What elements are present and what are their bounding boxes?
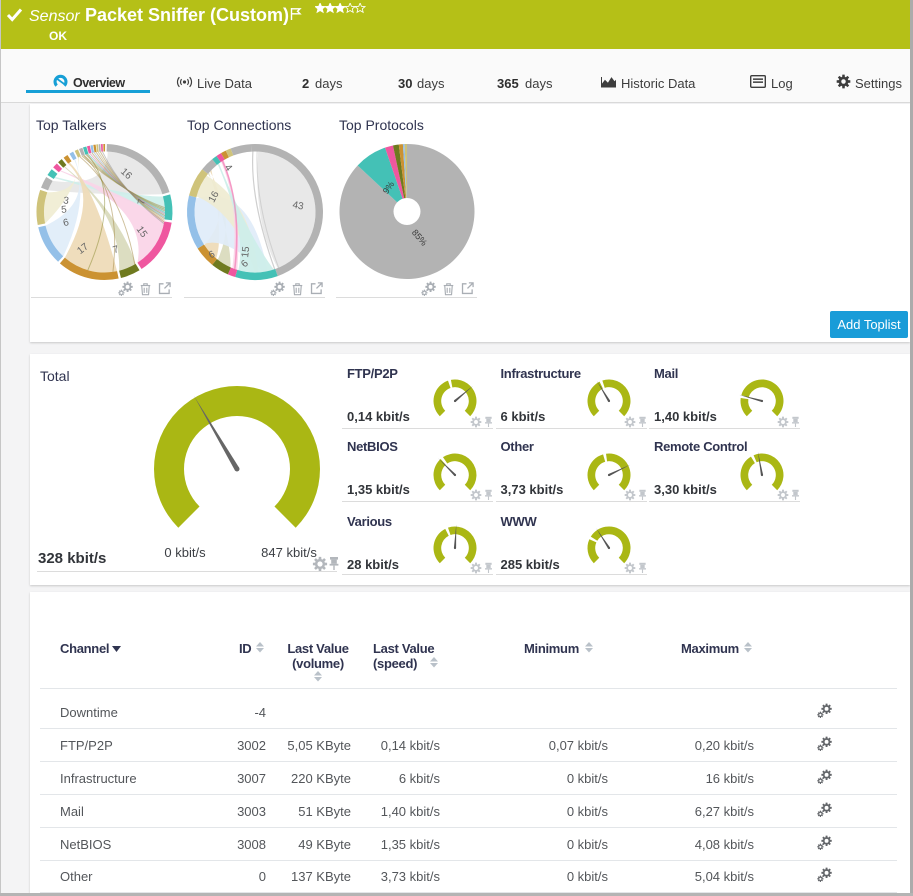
svg-text:15: 15	[240, 245, 252, 258]
svg-text:3: 3	[62, 195, 69, 207]
